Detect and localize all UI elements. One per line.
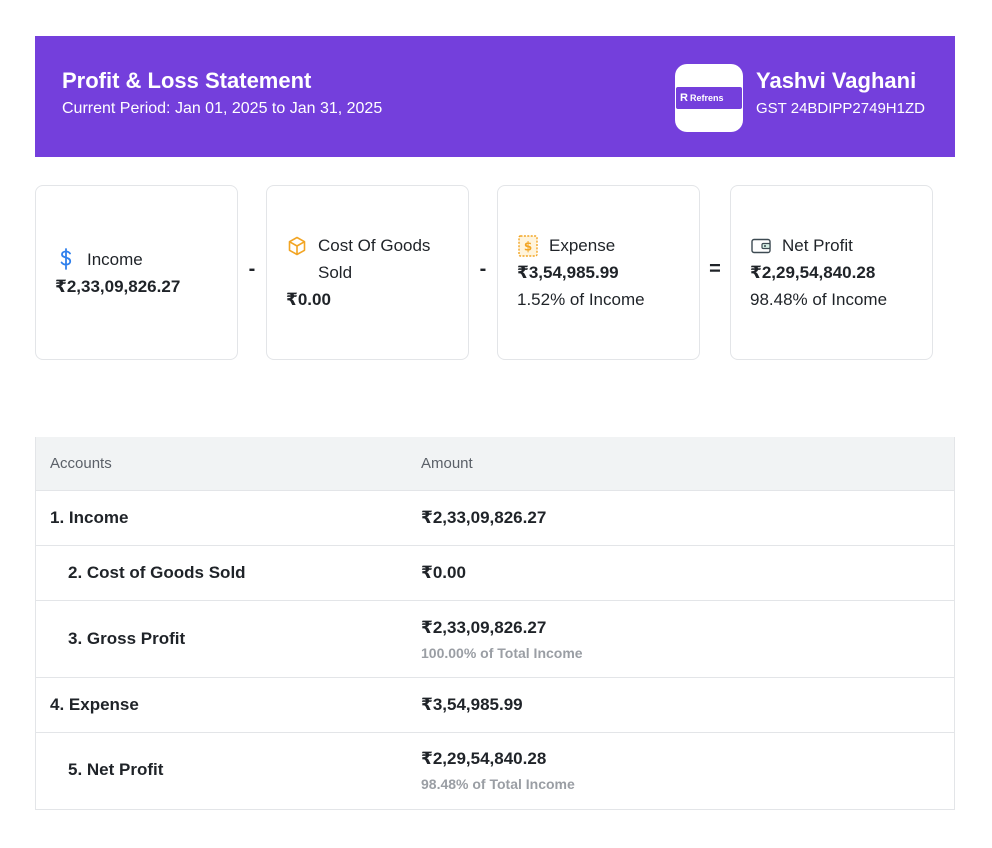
account-name: 3. Gross Profit	[68, 629, 186, 648]
card-label: Net Profit	[782, 236, 853, 255]
table-row: 3. Gross Profit ₹2,33,09,826.27 100.00% …	[36, 601, 954, 678]
svg-text:$: $	[524, 239, 532, 253]
account-percentage: 100.00% of Total Income	[421, 645, 583, 661]
account-amount: ₹3,54,985.99	[421, 695, 523, 714]
receipt-icon: $	[517, 232, 539, 259]
account-percentage: 98.48% of Total Income	[421, 776, 575, 792]
account-amount: ₹0.00	[421, 563, 466, 582]
table-row: 5. Net Profit ₹2,29,54,840.28 98.48% of …	[36, 733, 954, 809]
minus-operator: -	[248, 258, 256, 280]
card-value: ₹2,33,09,826.27	[55, 276, 181, 296]
report-title: Profit & Loss Statement	[62, 68, 312, 93]
account-name: 2. Cost of Goods Sold	[68, 563, 246, 582]
summary-card-net-profit: Net Profit ₹2,29,54,840.28 98.48% of Inc…	[730, 185, 933, 360]
summary-card-income: Income ₹2,33,09,826.27	[35, 185, 238, 360]
report-period: Current Period: Jan 01, 2025 to Jan 31, …	[62, 100, 383, 117]
account-name: 4. Expense	[50, 695, 139, 714]
account-name: 1. Income	[50, 508, 129, 527]
table-row: 1. Income ₹2,33,09,826.27	[36, 491, 954, 546]
summary-card-expense: $ Expense ₹3,54,985.99 1.52% of Income	[497, 185, 700, 360]
amount-column-header: Amount	[421, 455, 473, 472]
gst-number: GST 24BDIPP2749H1ZD	[756, 100, 925, 117]
refrens-logo: R Refrens	[676, 87, 742, 109]
minus-operator: -	[479, 258, 487, 280]
accounts-column-header: Accounts	[50, 455, 112, 472]
card-value: ₹0.00	[286, 290, 331, 309]
table-row: 2. Cost of Goods Sold ₹0.00	[36, 546, 954, 601]
report-header: Profit & Loss Statement Current Period: …	[35, 36, 955, 157]
dollar-icon	[55, 246, 77, 273]
box-icon	[286, 232, 308, 259]
business-name: Yashvi Vaghani	[756, 68, 917, 93]
account-amount: ₹2,33,09,826.27	[421, 618, 547, 637]
pl-table: Accounts Amount 1. Income ₹2,33,09,826.2…	[35, 437, 955, 810]
account-amount: ₹2,33,09,826.27	[421, 508, 547, 527]
account-name: 5. Net Profit	[68, 760, 164, 779]
business-logo: R Refrens	[675, 64, 743, 132]
card-percentage: 1.52% of Income	[517, 290, 645, 309]
table-row: 4. Expense ₹3,54,985.99	[36, 678, 954, 733]
card-label: Expense	[549, 236, 616, 255]
logo-text: Refrens	[689, 93, 724, 103]
card-value: ₹2,29,54,840.28	[750, 263, 876, 282]
equals-operator: =	[709, 258, 721, 280]
account-amount: ₹2,29,54,840.28	[421, 749, 547, 768]
wallet-icon	[750, 232, 772, 259]
card-label: Income	[87, 249, 143, 269]
logo-mark: R	[680, 92, 688, 104]
card-value: ₹3,54,985.99	[517, 263, 619, 282]
summary-card-cogs: Cost Of Goods Sold ₹0.00	[266, 185, 469, 360]
card-percentage: 98.48% of Income	[750, 290, 888, 309]
card-label: Cost Of Goods Sold	[318, 236, 431, 282]
table-header: Accounts Amount	[36, 437, 954, 491]
